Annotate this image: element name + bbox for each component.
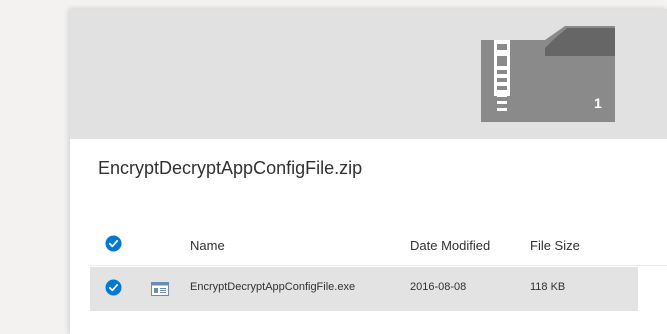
file-preview-panel: 1 EncryptDecryptAppConfigFile.zip Name D… (70, 9, 667, 334)
row-file-name: EncryptDecryptAppConfigFile.exe (190, 281, 356, 293)
row-date-modified: 2016-08-08 (410, 281, 467, 293)
select-all-checkbox[interactable] (105, 235, 122, 252)
column-header-file-size[interactable]: File Size (530, 238, 580, 253)
column-header-date-modified[interactable]: Date Modified (410, 238, 490, 253)
archive-title: EncryptDecryptAppConfigFile.zip (98, 158, 363, 178)
row-file-size: 118 KB (530, 281, 566, 293)
archive-hero: 1 (70, 9, 667, 139)
application-file-icon (151, 282, 169, 296)
table-header: Name Date Modified File Size (90, 228, 667, 266)
item-count: 1 (594, 95, 602, 111)
table-row[interactable]: EncryptDecryptAppConfigFile.exe 2016-08-… (90, 267, 638, 311)
row-checkbox[interactable] (105, 279, 122, 296)
column-header-name[interactable]: Name (190, 238, 225, 253)
